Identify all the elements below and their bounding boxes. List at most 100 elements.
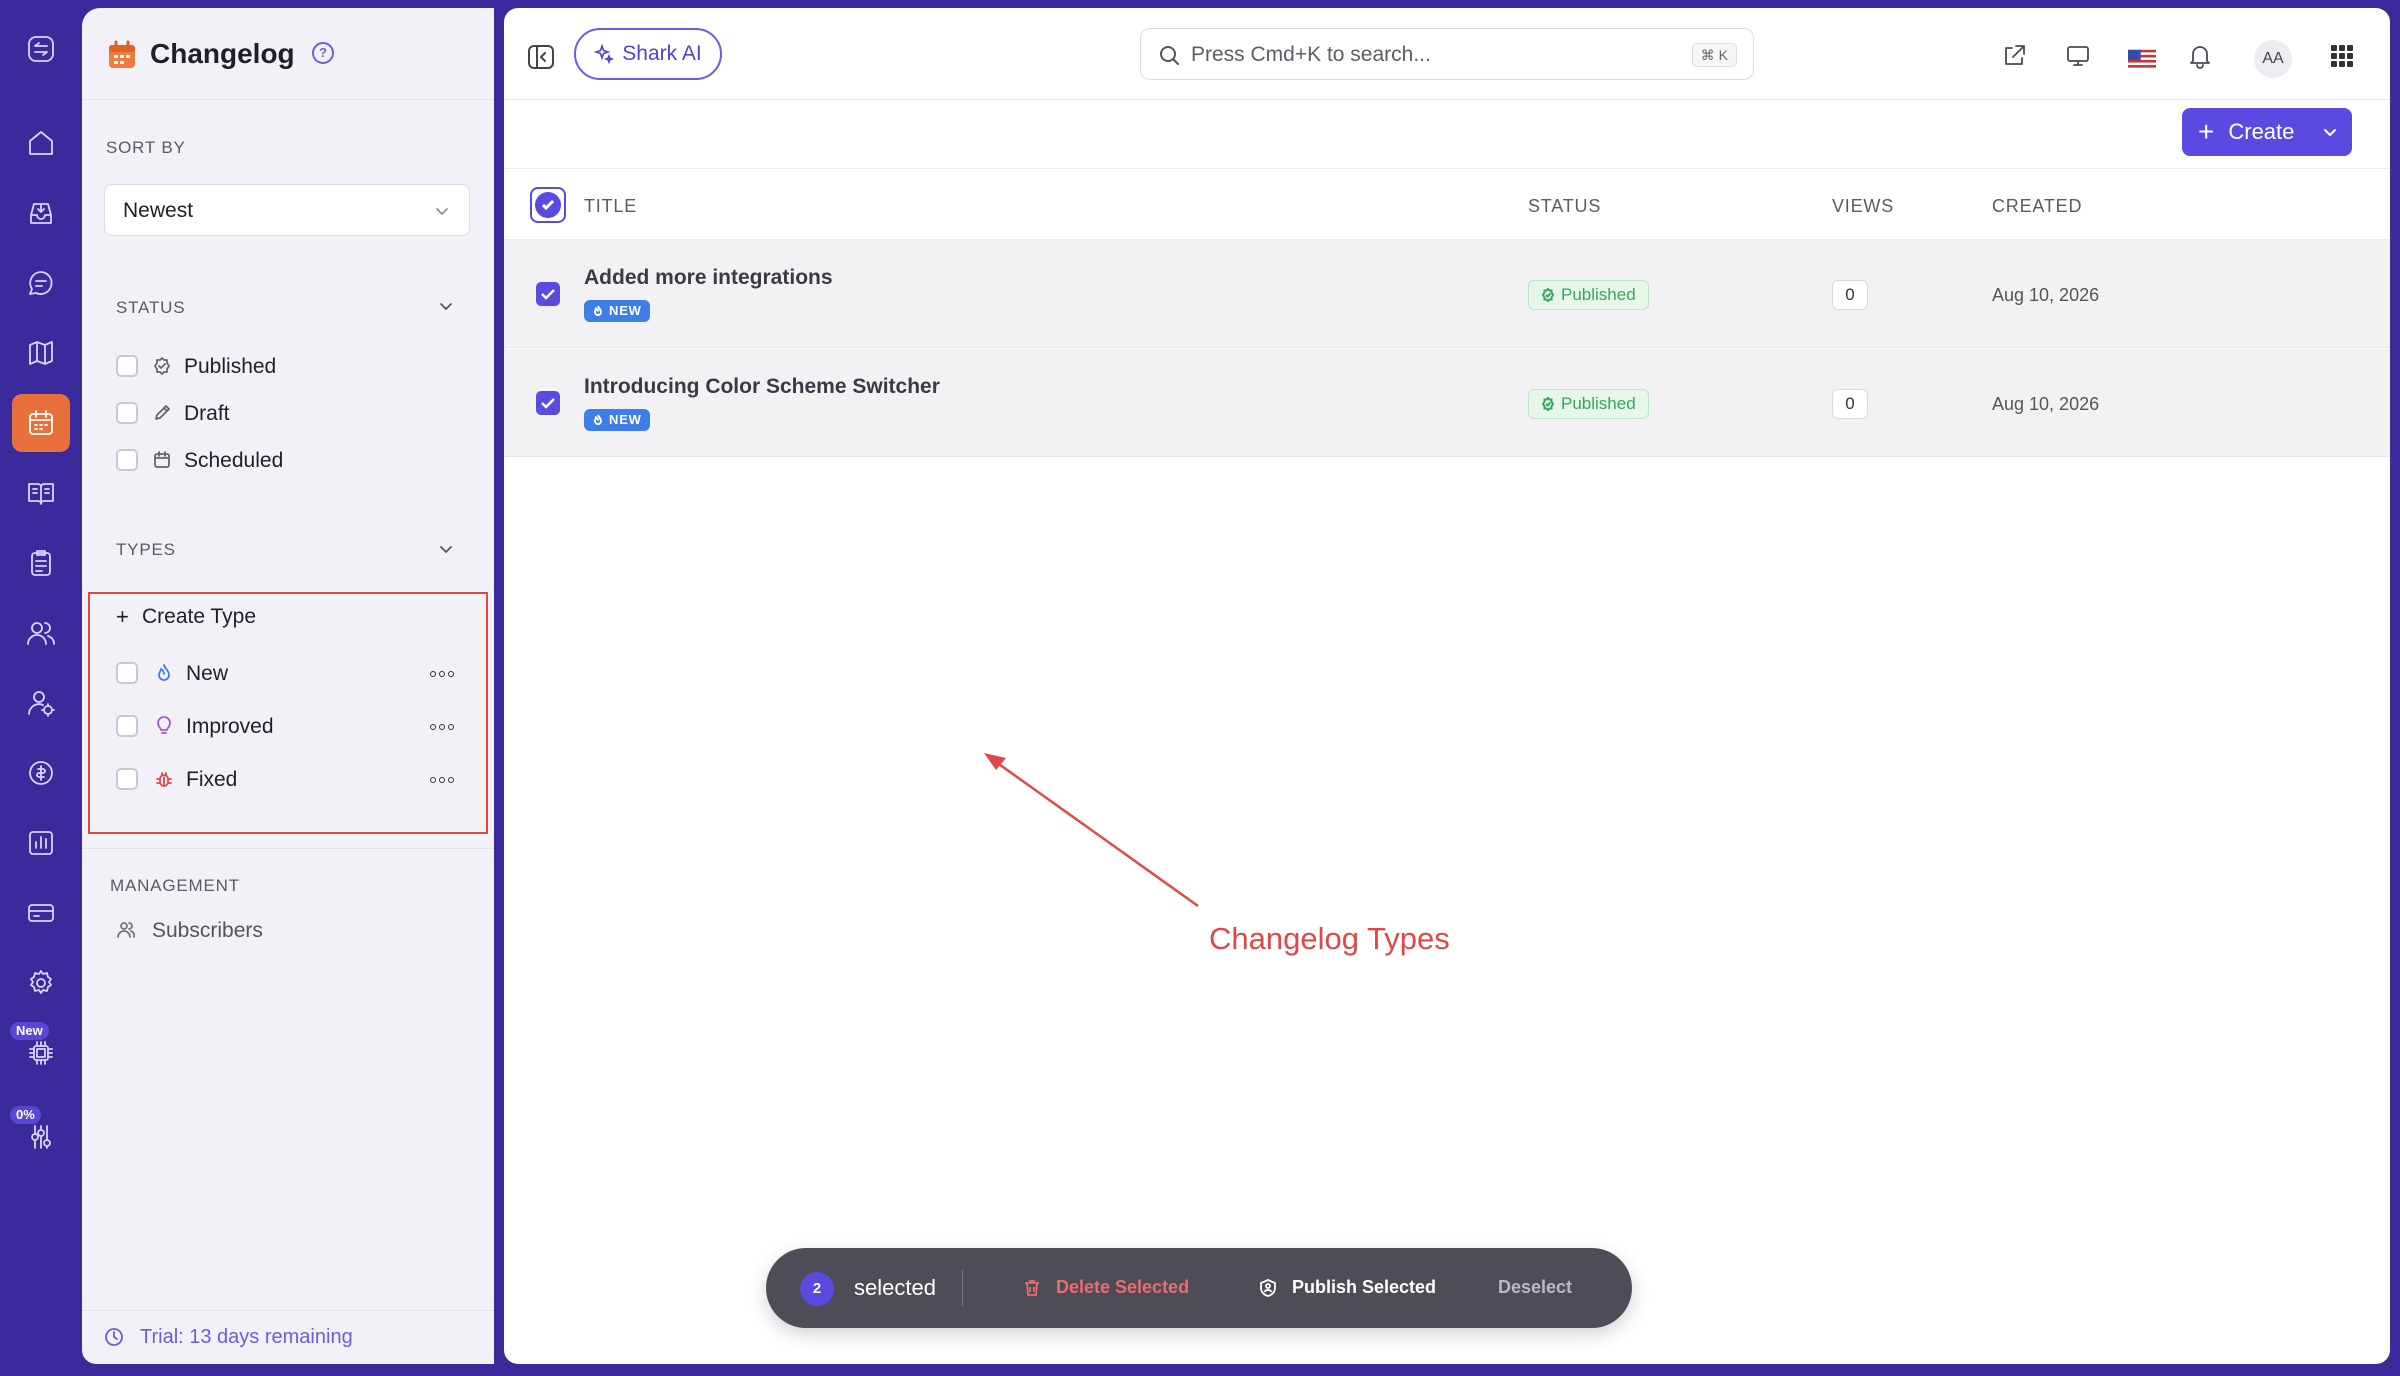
badge-check-icon <box>1541 397 1555 411</box>
credit-card-icon[interactable] <box>12 884 70 942</box>
status-collapse-chevron-icon[interactable] <box>437 297 455 315</box>
sort-select[interactable]: Newest <box>104 184 470 236</box>
status-section-label: STATUS <box>116 298 186 317</box>
row-checkbox[interactable] <box>536 282 560 306</box>
calendar-icon[interactable] <box>12 394 70 452</box>
type-fixed-checkbox[interactable] <box>116 768 138 790</box>
status-draft-checkbox[interactable] <box>116 402 138 424</box>
search-box[interactable]: ⌘ K <box>1140 28 1754 80</box>
type-fixed-label[interactable]: Fixed <box>186 768 237 792</box>
create-type-button[interactable]: Create Type <box>142 605 256 629</box>
chevron-down-icon[interactable] <box>2322 124 2338 140</box>
trial-status-text[interactable]: Trial: 13 days remaining <box>140 1326 353 1349</box>
views-count: 0 <box>1832 389 1868 419</box>
status-badge: Published <box>1528 389 1649 419</box>
column-views[interactable]: VIEWS <box>1832 196 1894 217</box>
sparkle-icon <box>594 44 615 64</box>
flame-icon <box>154 663 174 683</box>
sidebar-header: Changelog ? <box>82 8 494 100</box>
annotation-arrow <box>984 753 1199 908</box>
shark-ai-button[interactable]: Shark AI <box>574 28 722 80</box>
subscribers-link[interactable]: Subscribers <box>152 919 263 943</box>
created-date: Aug 10, 2026 <box>1992 394 2100 414</box>
column-created[interactable]: CREATED <box>1992 196 2082 217</box>
row-checkbox[interactable] <box>536 391 560 415</box>
badge-check-icon <box>152 356 172 376</box>
type-improved-checkbox[interactable] <box>116 715 138 737</box>
annotation-label: Changelog Types <box>1209 921 1450 956</box>
deselect-button[interactable]: Deselect <box>1498 1277 1572 1298</box>
plus-icon: + <box>2198 116 2215 147</box>
column-status[interactable]: STATUS <box>1528 196 1601 217</box>
type-fixed-more-icon[interactable] <box>430 776 454 784</box>
home-icon[interactable] <box>12 114 70 172</box>
delete-selected-button[interactable]: Delete Selected <box>1022 1277 1189 1298</box>
chevron-down-icon <box>436 208 448 216</box>
create-label: Create <box>2228 119 2295 144</box>
monitor-icon[interactable] <box>2064 42 2092 70</box>
type-new-checkbox[interactable] <box>116 662 138 684</box>
map-icon[interactable] <box>12 324 70 382</box>
sidebar-toggle-icon[interactable] <box>526 42 556 72</box>
column-title[interactable]: TITLE <box>584 196 637 217</box>
create-button[interactable]: + Create <box>2182 108 2352 156</box>
coin-icon[interactable] <box>12 744 70 802</box>
help-icon[interactable]: ? <box>312 42 334 64</box>
type-improved-label[interactable]: Improved <box>186 715 274 739</box>
calendar-small-icon <box>152 450 172 470</box>
inbox-icon[interactable] <box>12 184 70 242</box>
status-scheduled-checkbox[interactable] <box>116 449 138 471</box>
shark-ai-label: Shark AI <box>622 42 702 65</box>
table-row[interactable]: Introducing Color Scheme Switcher NEW Pu… <box>504 349 2390 457</box>
views-count: 0 <box>1832 280 1868 310</box>
bulk-action-bar: 2 selected Delete Selected Publish Selec… <box>766 1248 1632 1328</box>
status-published-checkbox[interactable] <box>116 355 138 377</box>
type-new-more-icon[interactable] <box>430 670 454 678</box>
sliders-icon[interactable] <box>12 1108 70 1166</box>
type-improved-more-icon[interactable] <box>430 723 454 731</box>
delete-selected-label: Delete Selected <box>1056 1277 1190 1297</box>
external-link-icon[interactable] <box>2000 42 2028 70</box>
status-label: Published <box>1561 394 1636 413</box>
bar-chart-icon[interactable] <box>12 814 70 872</box>
search-input[interactable] <box>1191 41 1671 69</box>
create-type-plus-icon[interactable]: + <box>116 604 129 630</box>
users-icon[interactable] <box>12 604 70 662</box>
flame-icon <box>593 305 603 316</box>
shield-user-icon <box>1260 1278 1276 1297</box>
type-tag-label: NEW <box>609 303 642 318</box>
clock-icon <box>104 1327 124 1347</box>
bell-icon[interactable] <box>2186 42 2214 70</box>
app-logo-icon[interactable] <box>12 20 70 78</box>
search-icon <box>1160 46 1179 65</box>
status-label: Published <box>1561 285 1636 304</box>
gear-icon[interactable] <box>12 954 70 1012</box>
changelog-sidebar: Changelog ? SORT BY Newest STATUS Publis… <box>82 8 494 1364</box>
book-icon[interactable] <box>12 464 70 522</box>
types-collapse-chevron-icon[interactable] <box>437 540 455 558</box>
row-title[interactable]: Added more integrations <box>584 266 833 290</box>
chat-icon[interactable] <box>12 254 70 312</box>
publish-selected-label: Publish Selected <box>1292 1277 1437 1297</box>
chip-icon[interactable] <box>12 1024 70 1082</box>
us-flag-icon[interactable] <box>2128 46 2156 71</box>
pencil-icon <box>152 403 172 423</box>
sort-by-label: SORT BY <box>106 138 186 157</box>
status-draft-label[interactable]: Draft <box>184 402 230 426</box>
select-all-checkbox[interactable] <box>530 187 566 223</box>
bug-icon <box>154 769 174 789</box>
created-date: Aug 10, 2026 <box>1992 285 2100 305</box>
user-settings-icon[interactable] <box>12 674 70 732</box>
table-row[interactable]: Added more integrations NEW Published 0 … <box>504 240 2390 348</box>
status-scheduled-label[interactable]: Scheduled <box>184 449 283 473</box>
avatar[interactable]: AA <box>2254 40 2292 78</box>
row-title[interactable]: Introducing Color Scheme Switcher <box>584 375 940 399</box>
selected-count-badge: 2 <box>800 1272 834 1306</box>
status-published-label[interactable]: Published <box>184 355 276 379</box>
management-section-label: MANAGEMENT <box>110 876 240 895</box>
sidebar-divider <box>82 848 494 849</box>
type-new-label[interactable]: New <box>186 662 228 686</box>
clipboard-icon[interactable] <box>12 534 70 592</box>
apps-grid-icon[interactable] <box>2328 42 2356 70</box>
publish-selected-button[interactable]: Publish Selected <box>1258 1277 1436 1298</box>
